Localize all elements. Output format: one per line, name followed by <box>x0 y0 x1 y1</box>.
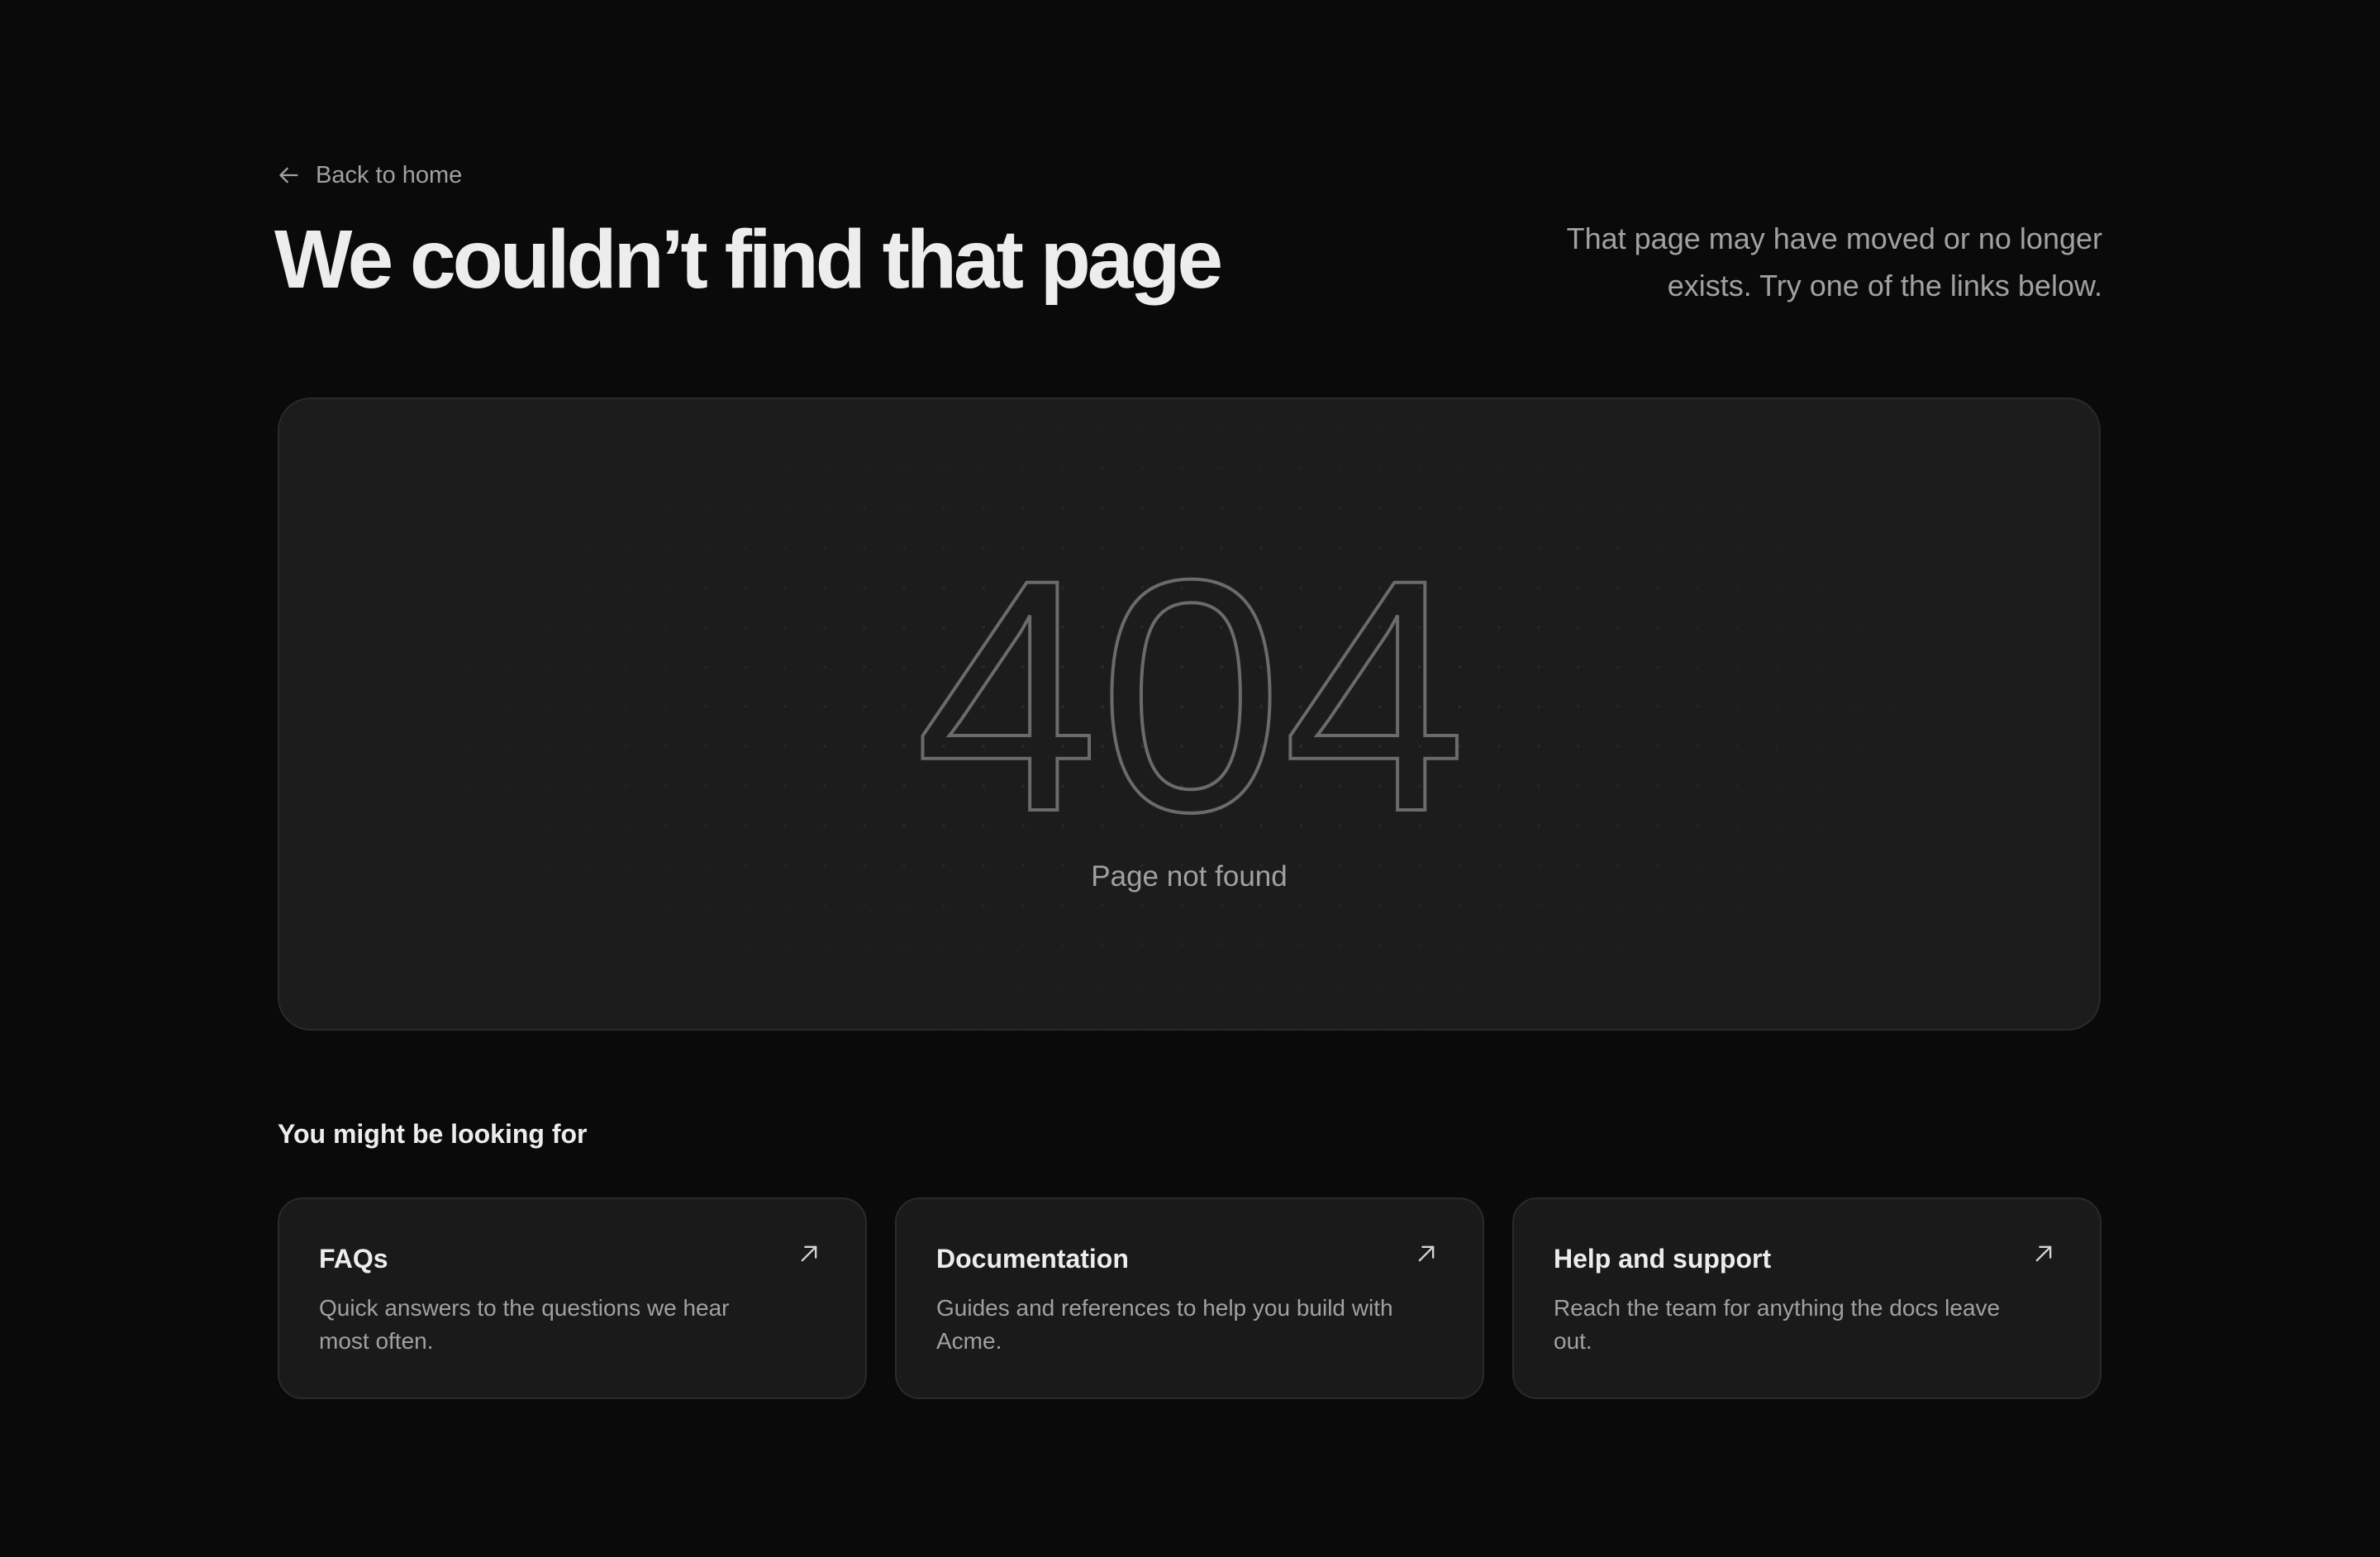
arrow-up-right-icon <box>1418 1245 1435 1262</box>
not-found-page: Back to home We couldn’t find that page … <box>0 0 2380 1557</box>
card-description: Guides and references to help you build … <box>936 1295 1393 1354</box>
error-caption: Page not found <box>1091 860 1288 893</box>
card-title: FAQs <box>319 1244 388 1274</box>
error-code-text: 404 <box>915 511 1466 880</box>
main-container: Back to home We couldn’t find that page … <box>274 149 2102 1399</box>
card-title: Documentation <box>936 1244 1129 1274</box>
arrow-left-icon <box>279 167 298 183</box>
suggestions-heading: You might be looking for <box>278 1119 588 1149</box>
back-to-home-link[interactable]: Back to home <box>278 149 462 202</box>
page-title: We couldn’t find that page <box>274 213 1223 306</box>
suggestion-card-help-and-support[interactable]: Help and support Reach the team for anyt… <box>1512 1198 2102 1399</box>
suggestion-card-documentation[interactable]: Documentation Guides and references to h… <box>895 1198 1484 1399</box>
arrow-up-right-icon <box>801 1245 817 1262</box>
back-to-home-label: Back to home <box>316 161 463 188</box>
suggestion-cards: FAQs Quick answers to the questions we h… <box>278 1198 2102 1399</box>
card-title: Help and support <box>1554 1244 1772 1274</box>
error-code-outline-graphic: 404 <box>913 509 1468 882</box>
page-header: We couldn’t find that page That page may… <box>274 210 2102 350</box>
arrow-up-right-icon <box>2035 1245 2052 1262</box>
card-description: Quick answers to the questions we hear m… <box>319 1295 730 1354</box>
card-description: Reach the team for anything the docs lea… <box>1554 1295 2001 1354</box>
error-illustration-panel: 404 Page not found <box>278 398 2101 1031</box>
suggestion-card-faqs[interactable]: FAQs Quick answers to the questions we h… <box>278 1198 867 1399</box>
page-subtitle: That page may have moved or no longer ex… <box>1566 221 2102 302</box>
